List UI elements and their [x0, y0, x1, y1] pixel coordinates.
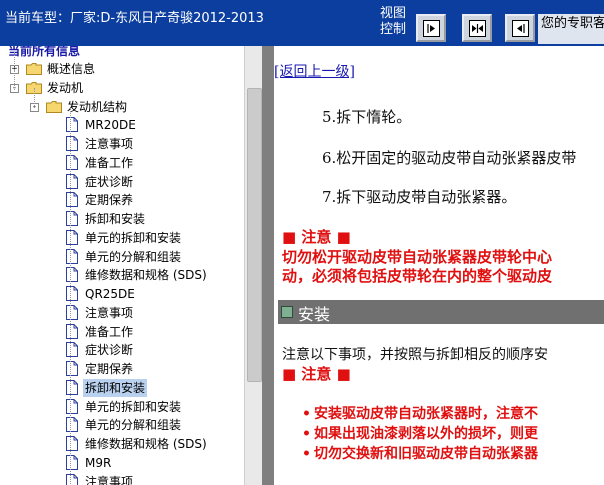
- section-header-bar: 安装: [278, 300, 604, 324]
- document-icon: [66, 117, 78, 133]
- tree-item-label: MR20DE: [85, 118, 136, 133]
- tree-item-label: 概述信息: [47, 62, 96, 76]
- step-line: 7.拆下驱动皮带自动张紧器。: [322, 188, 517, 206]
- tree-item-label: QR25DE: [85, 287, 135, 301]
- tree-root-label: 当前所有信息: [8, 46, 81, 58]
- tree-item-label: 维修数据和规格 (SDS): [85, 268, 207, 283]
- caution-bullet-text: 安装驱动皮带自动张紧器时，注意不: [314, 406, 538, 422]
- bullet-dot-icon: •: [302, 426, 311, 442]
- navigation-tree: 当前所有信息 + 概述信息 - 发动机 - 发动机结构 MR20DE 注意事项 准备工作 症状诊断…: [0, 46, 262, 485]
- caution-text: 切勿松开驱动皮带自动张紧器皮带轮中心: [282, 248, 553, 266]
- caution-bullet-text: 切勿交换新和旧驱动皮带自动张紧器: [314, 446, 538, 462]
- section-title: 安装: [298, 305, 331, 324]
- document-icon: [66, 417, 78, 433]
- folder-icon: [26, 63, 42, 75]
- document-icon: [66, 267, 78, 283]
- previous-page-icon: [423, 20, 440, 37]
- tree-connector: [70, 108, 71, 485]
- document-icon: [66, 379, 78, 395]
- tree-item-label: 单元的分解和组装: [85, 418, 182, 433]
- install-intro-text: 注意以下事项，并按照与拆卸相反的顺序安: [282, 347, 548, 363]
- document-icon: [66, 398, 78, 414]
- caution-bullet-text: 如果出现油漆剥落以外的损坏，则更: [314, 426, 538, 442]
- document-icon: [66, 436, 78, 451]
- document-icon: [66, 154, 78, 170]
- tree-root[interactable]: 当前所有信息: [8, 46, 80, 60]
- tree-connector: [34, 88, 35, 108]
- tree-item-label: 拆卸和安装: [85, 212, 146, 226]
- document-content: [返回上一级] 5.拆下惰轮。 6.松开固定的驱动皮带自动张紧器皮带 7.拆下驱…: [274, 46, 604, 485]
- next-page-button[interactable]: [505, 14, 535, 42]
- current-vehicle-label: 当前车型：厂家:D-东风日产奇骏2012-2013: [5, 11, 264, 26]
- tree-scrollbar[interactable]: [244, 46, 263, 485]
- next-page-icon: [512, 20, 529, 37]
- document-icon: [66, 454, 78, 470]
- document-icon: [66, 136, 78, 151]
- step-line: 6.松开固定的驱动皮带自动张紧器皮带: [322, 149, 577, 167]
- tree-item-label: 注意事项: [85, 305, 134, 320]
- document-icon: [66, 211, 78, 226]
- tree-item-label: 注意事项: [85, 474, 134, 485]
- caution-bullet: • 安装驱动皮带自动张紧器时，注意不: [302, 403, 538, 423]
- caution-title: ■ 注意 ■: [282, 365, 351, 383]
- tree-item-label: 发动机: [47, 80, 84, 95]
- document-icon: [66, 361, 78, 376]
- top-header: 当前车型：厂家:D-东风日产奇骏2012-2013 视图控制 您的专职客服热线：…: [0, 0, 604, 47]
- caution-text: 动，必须将包括皮带轮在内的整个驱动皮: [282, 267, 553, 285]
- tree-item-label: 定期保养: [85, 362, 134, 376]
- previous-page-button[interactable]: [416, 14, 446, 42]
- tree-item-label: 单元的拆卸和安装: [85, 230, 182, 245]
- document-icon: [66, 286, 78, 301]
- tree-item-label: 注意事项: [85, 137, 134, 151]
- tree-item-label: 维修数据和规格 (SDS): [85, 437, 207, 451]
- folder-icon: [46, 100, 62, 113]
- caution-bullet: • 切勿交换新和旧驱动皮带自动张紧器: [302, 443, 538, 463]
- back-to-parent-link[interactable]: [返回上一级]: [274, 61, 355, 81]
- tree-connector: [14, 52, 15, 90]
- tree-item-label: 症状诊断: [85, 343, 134, 358]
- tree-item-label: 单元的分解和组装: [85, 249, 182, 264]
- tree-item-label: 单元的拆卸和安装: [85, 399, 182, 414]
- document-icon: [66, 473, 78, 485]
- document-icon: [66, 192, 78, 208]
- document-icon: [66, 323, 78, 339]
- caution-bullet: • 如果出现油漆剥落以外的损坏，则更: [302, 423, 538, 443]
- customer-service-hotline: 您的专职客服热线：028-87: [538, 14, 604, 44]
- bullet-dot-icon: •: [302, 406, 311, 422]
- split-view-icon: [469, 20, 486, 37]
- tree-item-label: 症状诊断: [85, 174, 134, 189]
- document-icon: [66, 173, 78, 189]
- split-view-button[interactable]: [462, 14, 492, 42]
- section-icon: [281, 306, 293, 318]
- document-icon: [66, 342, 78, 358]
- tree-item-label: 准备工作: [85, 324, 134, 339]
- step-line: 5.拆下惰轮。: [322, 108, 412, 126]
- document-icon: [66, 304, 78, 320]
- caution-title: ■ 注意 ■: [282, 228, 351, 246]
- tree-item-label: 准备工作: [85, 155, 134, 170]
- view-control-label: 视图控制: [379, 6, 406, 37]
- document-icon: [66, 229, 78, 245]
- tree-scrollbar-thumb[interactable]: [247, 88, 262, 382]
- bullet-dot-icon: •: [302, 446, 311, 462]
- tree-item-label: 拆卸和安装: [83, 378, 148, 397]
- tree-item-label: M9R: [85, 455, 112, 470]
- document-icon: [66, 248, 78, 264]
- tree-item-label: 定期保养: [85, 193, 134, 208]
- tree-item-label: 发动机结构: [67, 99, 128, 114]
- pane-splitter[interactable]: [262, 46, 274, 485]
